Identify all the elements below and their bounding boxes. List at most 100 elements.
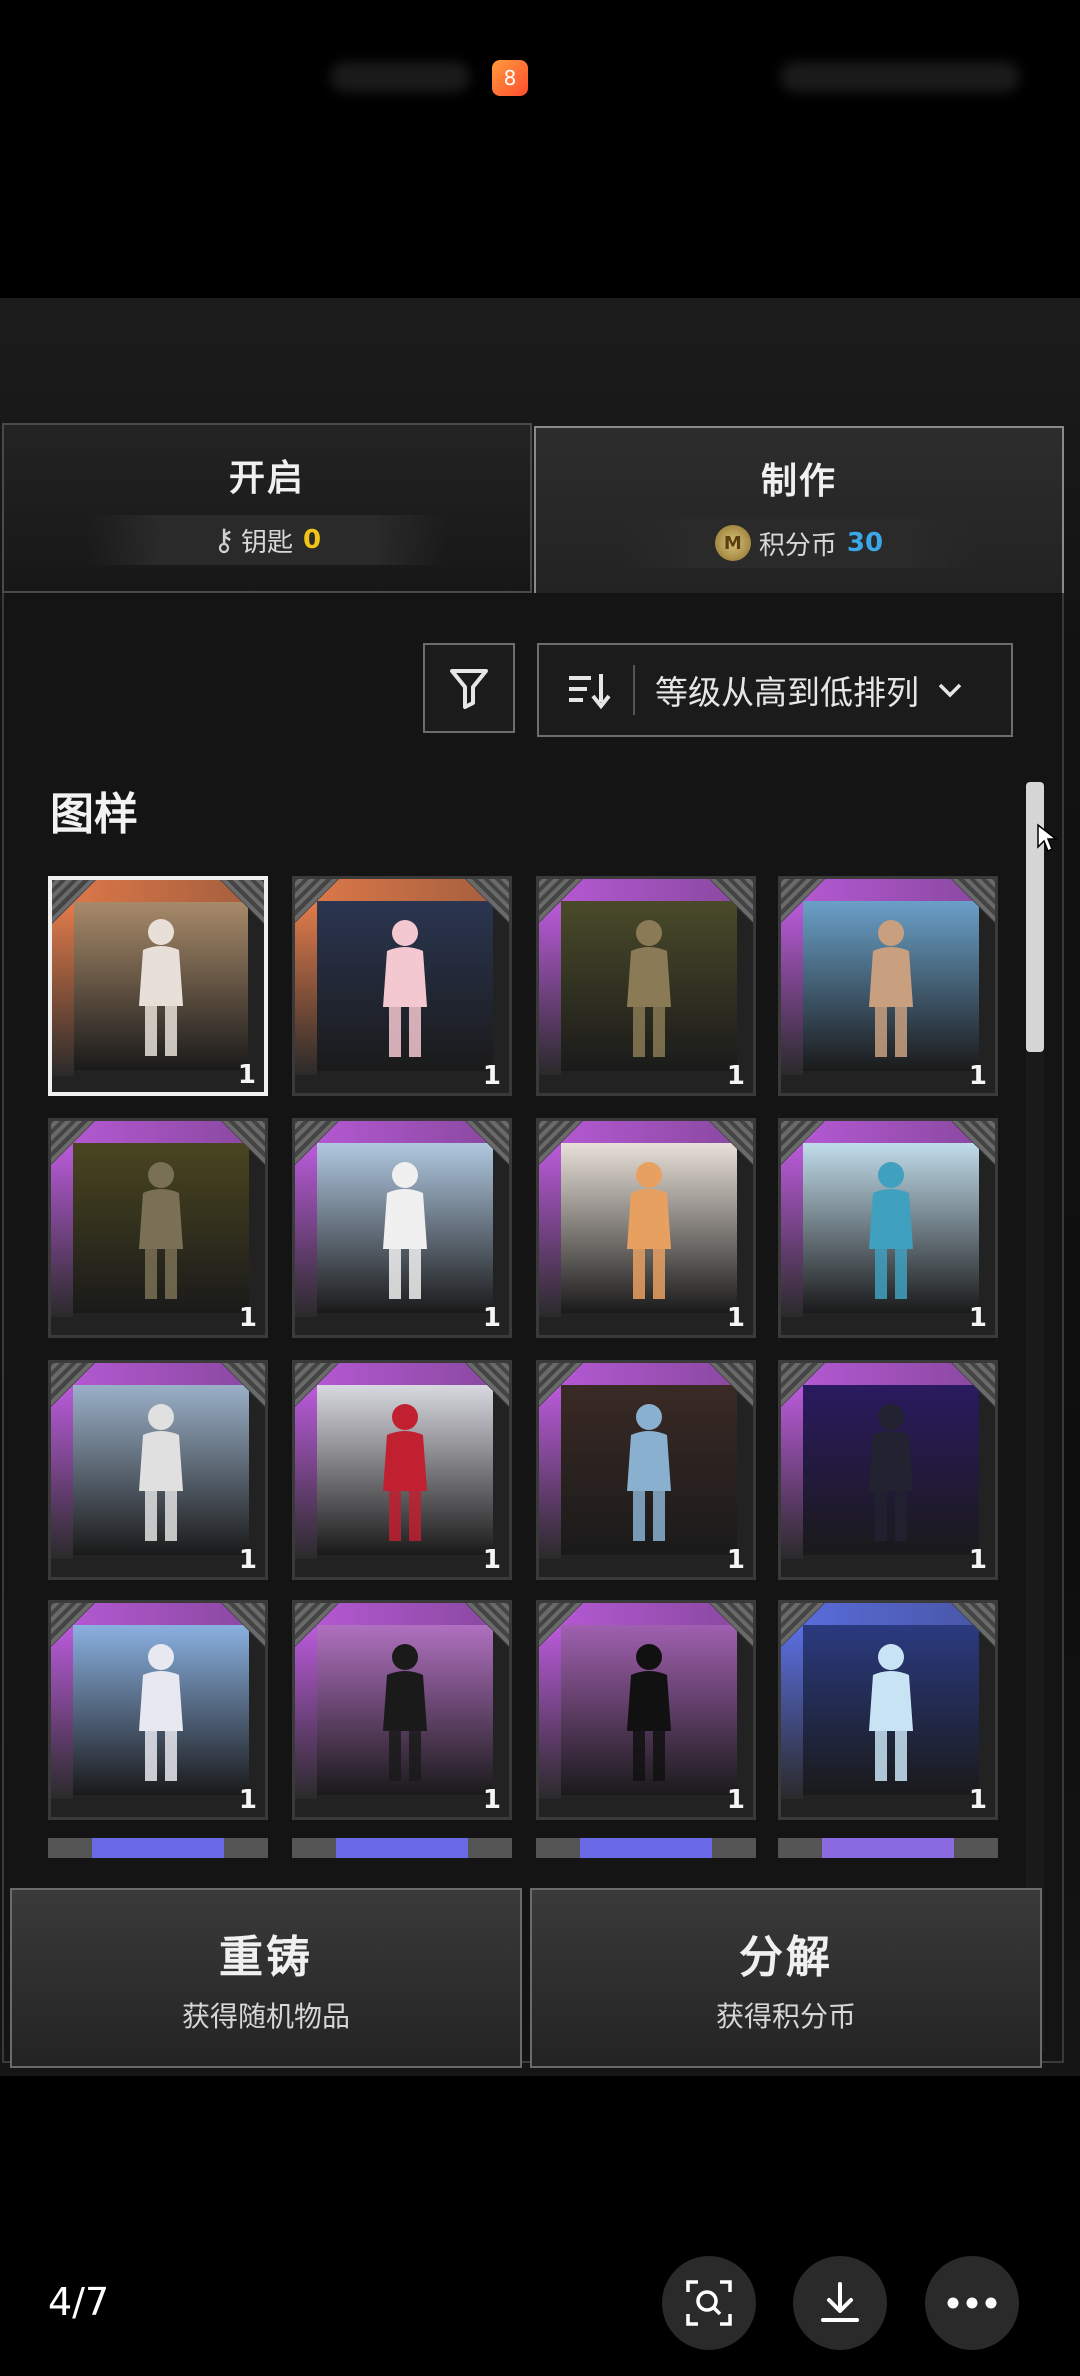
rarity-side	[51, 1147, 73, 1317]
item-figure	[609, 1153, 689, 1307]
sort-dropdown[interactable]: 等级从高到低排列	[537, 643, 1013, 737]
blueprint-card[interactable]: 1	[48, 1360, 268, 1580]
item-figure	[609, 1635, 689, 1789]
tab-make[interactable]: 制作 M 积分币 30	[534, 426, 1064, 601]
coin-balance: M 积分币 30	[619, 518, 979, 568]
rarity-side	[539, 1389, 561, 1559]
item-count: 1	[482, 1785, 501, 1815]
tab-make-title: 制作	[760, 461, 837, 502]
item-figure	[121, 1395, 201, 1549]
blueprint-card[interactable]: 1	[48, 1600, 268, 1820]
item-artwork	[317, 1625, 493, 1795]
blueprint-card-partial[interactable]	[778, 1838, 998, 1858]
item-artwork	[317, 1143, 493, 1313]
item-count: 1	[968, 1303, 987, 1333]
tab-open[interactable]: 开启 ⚷ 钥匙 0	[2, 423, 532, 593]
rarity-side	[295, 905, 317, 1075]
item-figure	[365, 1153, 445, 1307]
blueprint-card[interactable]: 1	[536, 1118, 756, 1338]
item-artwork	[803, 1385, 979, 1555]
rarity-side	[295, 1147, 317, 1317]
item-count: 1	[482, 1061, 501, 1091]
blueprint-card[interactable]: 1	[536, 876, 756, 1096]
item-figure	[851, 1395, 931, 1549]
blueprint-card[interactable]: 1	[778, 876, 998, 1096]
item-artwork	[803, 1625, 979, 1795]
item-artwork	[803, 901, 979, 1071]
reforge-subtitle: 获得随机物品	[181, 2000, 350, 2033]
item-artwork	[561, 901, 737, 1071]
item-count: 1	[238, 1545, 257, 1575]
rarity-side	[295, 1629, 317, 1799]
item-count: 1	[726, 1061, 745, 1091]
item-artwork	[317, 901, 493, 1071]
item-count: 1	[726, 1545, 745, 1575]
blueprint-card-partial[interactable]	[48, 1838, 268, 1858]
blurred-status-icons	[780, 62, 1020, 92]
item-figure	[365, 1395, 445, 1549]
image-search-button[interactable]	[662, 2256, 756, 2350]
sort-icon	[569, 674, 611, 710]
key-balance: ⚷ 钥匙 0	[87, 515, 447, 565]
reforge-button[interactable]: 重铸 获得随机物品	[10, 1888, 522, 2068]
blueprint-card[interactable]: 1	[778, 1118, 998, 1338]
decompose-button[interactable]: 分解 获得积分币	[530, 1888, 1042, 2068]
item-artwork	[74, 902, 248, 1070]
item-figure	[609, 1395, 689, 1549]
blueprint-card[interactable]: 1	[48, 1118, 268, 1338]
filter-icon	[450, 669, 488, 709]
download-button[interactable]	[793, 2256, 887, 2350]
decompose-subtitle: 获得积分币	[715, 2000, 856, 2033]
chevron-down-icon	[938, 683, 962, 698]
blueprint-card[interactable]: 1	[536, 1600, 756, 1820]
item-count: 1	[237, 1060, 256, 1090]
filter-button[interactable]	[423, 643, 515, 733]
more-button[interactable]	[925, 2256, 1019, 2350]
item-count: 1	[968, 1061, 987, 1091]
blueprint-card[interactable]: 1	[292, 1600, 512, 1820]
item-count: 1	[238, 1785, 257, 1815]
coin-icon: M	[714, 525, 751, 561]
more-dots-icon	[947, 2297, 997, 2309]
download-icon	[821, 2282, 859, 2322]
section-title: 图样	[50, 789, 138, 840]
blueprint-card[interactable]: 1	[778, 1600, 998, 1820]
rarity-side	[52, 906, 74, 1076]
key-label: 钥匙	[240, 527, 293, 558]
blueprint-card[interactable]: 1	[292, 876, 512, 1096]
item-artwork	[803, 1143, 979, 1313]
blueprint-card-partial[interactable]	[292, 1838, 512, 1858]
rarity-side	[781, 1389, 803, 1559]
blueprint-card[interactable]: 1	[292, 1360, 512, 1580]
app-badge-icon: 8	[492, 60, 528, 96]
blueprint-card[interactable]: 1	[778, 1360, 998, 1580]
blueprint-card[interactable]: 1	[48, 876, 268, 1096]
item-count: 1	[968, 1785, 987, 1815]
item-figure	[851, 911, 931, 1065]
item-artwork	[317, 1385, 493, 1555]
reforge-title: 重铸	[219, 1932, 313, 1983]
blueprint-card[interactable]: 1	[536, 1360, 756, 1580]
sort-divider	[633, 665, 635, 715]
rarity-side	[295, 1389, 317, 1559]
rarity-side	[781, 905, 803, 1075]
item-figure	[609, 911, 689, 1065]
mouse-cursor-icon	[1037, 823, 1058, 853]
item-figure	[851, 1153, 931, 1307]
blurred-status-text	[330, 62, 470, 92]
item-figure	[851, 1635, 931, 1789]
decompose-title: 分解	[739, 1932, 833, 1983]
item-count: 1	[482, 1303, 501, 1333]
rarity-side	[539, 1147, 561, 1317]
coin-count: 30	[846, 528, 884, 558]
item-count: 1	[482, 1545, 501, 1575]
rarity-side	[539, 1629, 561, 1799]
blueprint-card-partial[interactable]	[536, 1838, 756, 1858]
item-figure	[121, 1635, 201, 1789]
status-bar-area: 8	[0, 0, 1080, 160]
key-icon: ⚷	[212, 522, 235, 558]
scan-search-icon	[686, 2280, 732, 2326]
blueprint-card[interactable]: 1	[292, 1118, 512, 1338]
item-artwork	[561, 1625, 737, 1795]
rarity-side	[781, 1629, 803, 1799]
